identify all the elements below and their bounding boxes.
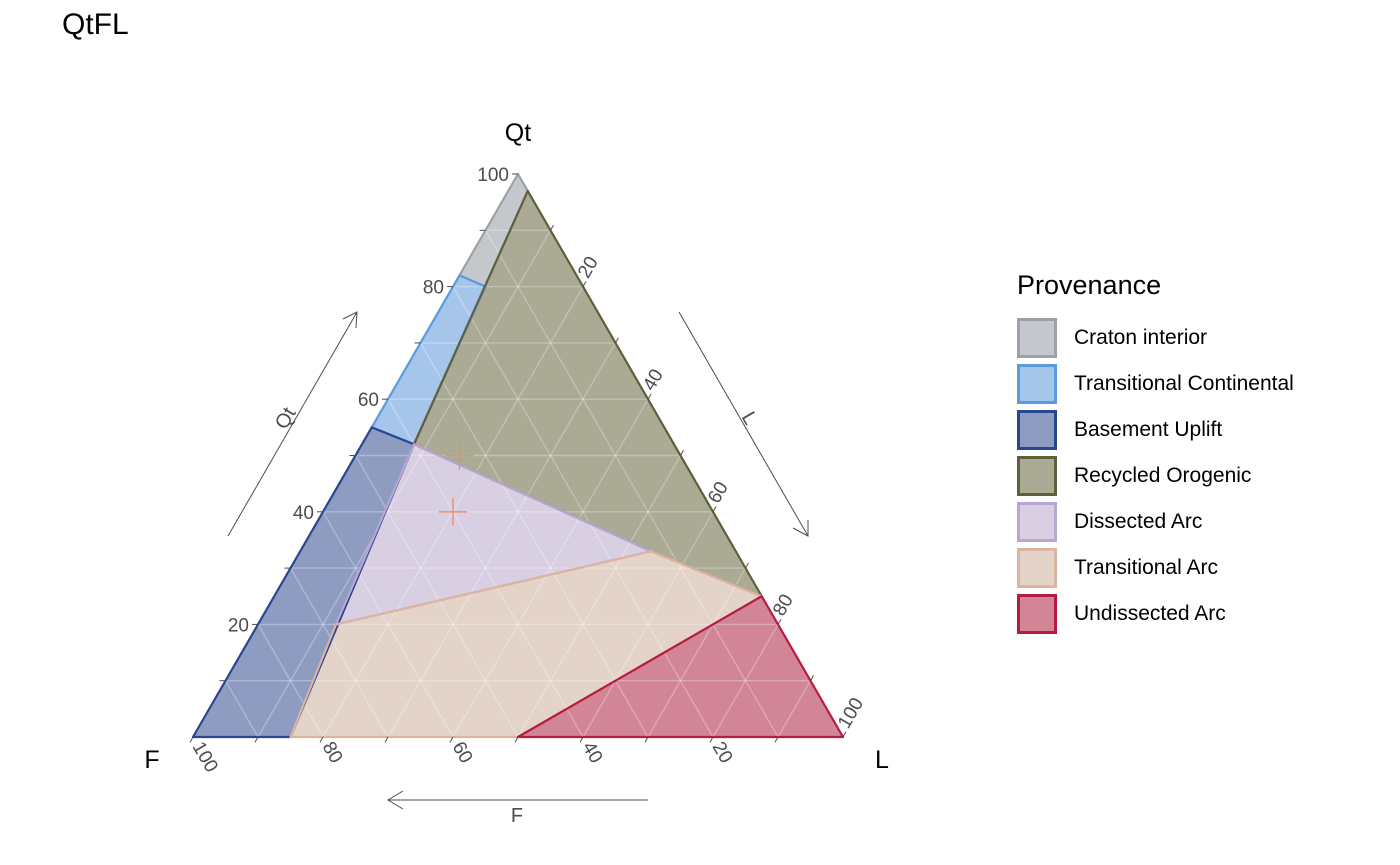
legend-item-recycled-orogenic: Recycled Orogenic bbox=[1017, 453, 1294, 499]
legend-label: Dissected Arc bbox=[1074, 510, 1203, 533]
tick-l-10 bbox=[550, 224, 554, 231]
tick-l-70 bbox=[745, 562, 749, 569]
tick-l-40 bbox=[647, 393, 652, 400]
tick-l-80 bbox=[777, 618, 782, 625]
legend: Provenance Craton interior Transitional C… bbox=[1017, 270, 1294, 637]
tick-label-f-60: 60 bbox=[448, 738, 477, 767]
vertex-label-l: L bbox=[875, 746, 889, 774]
ternary-plot: 202020404040606060808080100100100 Qt F L… bbox=[144, 119, 889, 827]
legend-label: Undissected Arc bbox=[1074, 602, 1226, 625]
legend-swatch bbox=[1017, 456, 1057, 496]
tick-label-f-80: 80 bbox=[318, 738, 347, 767]
tick-label-qt-60: 60 bbox=[358, 390, 379, 411]
tick-l-30 bbox=[615, 337, 619, 344]
tick-label-qt-40: 40 bbox=[293, 503, 314, 524]
legend-title: Provenance bbox=[1017, 270, 1162, 300]
legend-swatch bbox=[1017, 502, 1057, 542]
legend-swatch bbox=[1017, 410, 1057, 450]
vertex-label-qt: Qt bbox=[505, 119, 531, 147]
tick-label-f-100: 100 bbox=[188, 738, 222, 776]
legend-label: Craton interior bbox=[1074, 326, 1208, 349]
tick-l-90 bbox=[810, 675, 814, 681]
tick-l-50 bbox=[680, 450, 684, 456]
tick-label-f-40: 40 bbox=[578, 738, 607, 767]
l-axis-arrow-label: L bbox=[737, 408, 762, 429]
vertex-label-f: F bbox=[144, 746, 159, 774]
legend-item-dissected-arc: Dissected Arc bbox=[1017, 499, 1294, 545]
legend-item-craton-interior: Craton interior bbox=[1017, 315, 1294, 361]
legend-items: Craton interior Transitional Continental B… bbox=[1017, 315, 1294, 637]
legend-label: Transitional Arc bbox=[1074, 556, 1218, 579]
legend-item-transitional-continental: Transitional Continental bbox=[1017, 361, 1294, 407]
tick-label-qt-80: 80 bbox=[423, 278, 444, 299]
tick-l-60 bbox=[712, 506, 717, 513]
tick-label-f-20: 20 bbox=[708, 738, 737, 767]
tick-f-100 bbox=[189, 736, 194, 743]
legend-swatch bbox=[1017, 594, 1057, 634]
legend-swatch bbox=[1017, 364, 1057, 404]
legend-item-basement-uplift: Basement Uplift bbox=[1017, 407, 1294, 453]
legend-label: Recycled Orogenic bbox=[1074, 464, 1252, 487]
f-axis-arrow-label: F bbox=[511, 805, 523, 827]
legend-swatch bbox=[1017, 548, 1057, 588]
legend-label: Basement Uplift bbox=[1074, 418, 1223, 441]
tick-label-qt-20: 20 bbox=[228, 615, 249, 636]
legend-item-transitional-arc: Transitional Arc bbox=[1017, 545, 1294, 591]
legend-label: Transitional Continental bbox=[1074, 372, 1294, 395]
tick-l-100 bbox=[842, 731, 847, 738]
tick-label-l-100: 100 bbox=[834, 694, 868, 732]
legend-swatch bbox=[1017, 318, 1057, 358]
tick-l-20 bbox=[582, 281, 587, 287]
qt-axis-arrow-label: Qt bbox=[271, 403, 301, 433]
tick-label-qt-100: 100 bbox=[477, 165, 509, 186]
legend-item-undissected-arc: Undissected Arc bbox=[1017, 591, 1294, 637]
